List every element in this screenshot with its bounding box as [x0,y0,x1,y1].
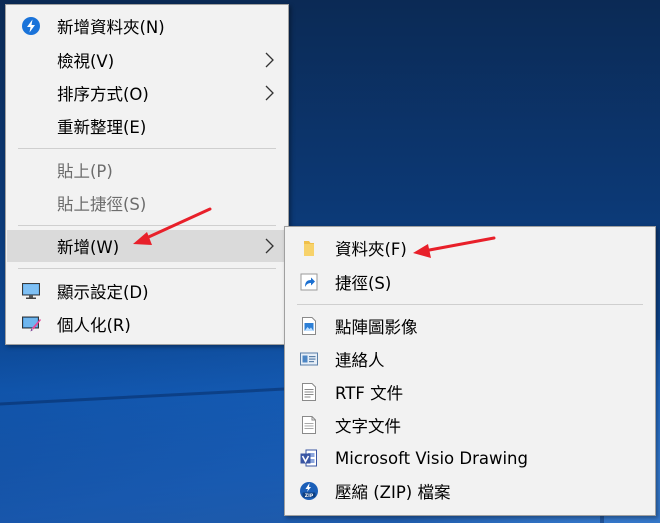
menu-item-label: 貼上(P) [57,162,113,181]
menu-item-display-settings[interactable]: 顯示設定(D) [7,275,287,307]
submenu-item-contact[interactable]: 連絡人 [286,343,654,375]
menu-item-new[interactable]: 新增(W) [7,230,287,262]
monitor-icon [22,283,40,299]
rtf-document-icon [302,383,316,401]
contact-card-icon [300,352,318,366]
shortcut-icon [300,273,318,291]
submenu-item-text-document[interactable]: 文字文件 [286,409,654,441]
personalize-icon [22,316,41,332]
submenu-item-label: 點陣圖影像 [335,318,418,337]
visio-icon [300,449,317,467]
zip-icon: ZIP [300,482,318,500]
submenu-item-rtf-document[interactable]: RTF 文件 [286,376,654,408]
submenu-item-label: 資料夾(F) [335,240,407,259]
menu-item-label: 重新整理(E) [57,118,147,137]
submenu-item-shortcut[interactable]: 捷徑(S) [286,266,654,298]
menu-item-new-folder[interactable]: 新增資料夾(N) [7,10,287,42]
menu-item-view[interactable]: 檢視(V) [7,44,287,76]
submenu-item-label: 壓縮 (ZIP) 檔案 [335,483,451,502]
menu-separator [297,304,643,305]
menu-separator [18,268,276,269]
submenu-item-zip-archive[interactable]: ZIP 壓縮 (ZIP) 檔案 [286,475,654,507]
menu-item-refresh[interactable]: 重新整理(E) [7,110,287,142]
menu-item-label: 排序方式(O) [57,85,149,104]
submenu-item-folder[interactable]: 資料夾(F) [286,232,654,264]
menu-item-label: 檢視(V) [57,52,115,71]
submenu-item-bitmap-image[interactable]: 點陣圖影像 [286,310,654,342]
submenu-item-label: Microsoft Visio Drawing [335,448,528,468]
chevron-right-icon [265,85,274,101]
folder-icon [304,241,314,256]
menu-item-label: 顯示設定(D) [57,283,149,302]
desktop-context-menu: 新增資料夾(N) 檢視(V) 排序方式(O) 重新整理(E) 貼上(P) 貼上捷… [5,4,289,345]
menu-item-label: 個人化(R) [57,316,131,335]
new-folder-icon [22,17,40,35]
bitmap-icon [302,317,316,335]
chevron-right-icon [265,238,274,254]
chevron-right-icon [265,52,274,68]
menu-separator [18,148,276,149]
menu-item-paste: 貼上(P) [7,154,287,186]
menu-separator [18,225,276,226]
submenu-item-label: 連絡人 [335,351,385,370]
menu-item-personalize[interactable]: 個人化(R) [7,308,287,340]
menu-item-label: 新增資料夾(N) [57,18,165,37]
menu-item-sort-by[interactable]: 排序方式(O) [7,77,287,109]
submenu-item-visio-drawing[interactable]: Microsoft Visio Drawing [286,442,654,474]
svg-text:ZIP: ZIP [305,493,314,499]
menu-item-paste-shortcut: 貼上捷徑(S) [7,187,287,219]
submenu-item-label: 捷徑(S) [335,274,392,293]
new-submenu: 資料夾(F) 捷徑(S) 點陣圖影像 連絡人 RTF 文件 文字文件 Micro… [284,226,656,516]
menu-item-label: 新增(W) [57,238,120,257]
submenu-item-label: RTF 文件 [335,384,404,403]
submenu-item-label: 文字文件 [335,417,401,436]
text-document-icon [302,416,316,434]
menu-item-label: 貼上捷徑(S) [57,195,147,214]
